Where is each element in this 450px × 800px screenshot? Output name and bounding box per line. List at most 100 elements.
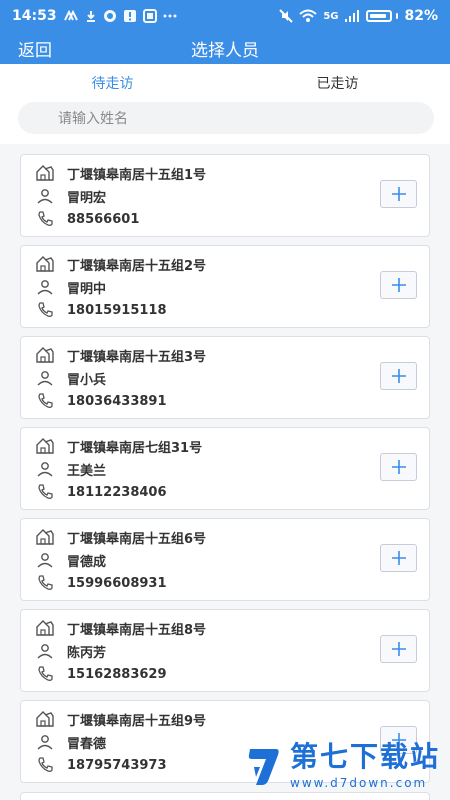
phone-icon: [35, 574, 55, 592]
name-text: 王美兰: [67, 463, 107, 479]
name-text: 冒春德: [67, 736, 107, 752]
name-text: 冒小兵: [67, 372, 107, 388]
address-text: 丁堰镇皋南居十五组1号: [67, 167, 207, 183]
name-text: 冒德成: [67, 554, 107, 570]
address-row: 丁堰镇皋南居十五组9号: [35, 710, 207, 729]
nav-bar: 返回 选择人员: [0, 32, 450, 64]
status-right: 5G 82%: [279, 8, 438, 24]
address-row: 丁堰镇皋南居十五组2号: [35, 255, 207, 274]
status-time: 14:53: [12, 8, 57, 24]
battery: [366, 10, 399, 22]
address-text: 丁堰镇皋南居七组31号: [67, 440, 203, 456]
phone-text: 15162883629: [67, 666, 167, 682]
phone-icon: [35, 210, 55, 228]
address-row: 丁堰镇皋南居十五组6号: [35, 528, 206, 547]
address-text: 丁堰镇皋南居十五组3号: [67, 349, 207, 365]
address-text: 丁堰镇皋南居十五组9号: [67, 713, 207, 729]
list-item[interactable]: 丁堰镇皋南居十五组3号 冒小兵 18036433891: [20, 336, 430, 419]
phone-icon: [35, 483, 55, 501]
person-icon: [35, 187, 55, 205]
watermark-title: 第七下载站: [290, 740, 441, 773]
person-icon: [35, 551, 55, 569]
address-row: 丁堰镇皋南居十五组3号: [35, 346, 207, 365]
plus-icon: [390, 640, 408, 658]
name-row: 冒小兵: [35, 369, 107, 388]
phone-icon: [35, 756, 55, 774]
tab-visited[interactable]: 已走访: [225, 64, 450, 102]
plus-icon: [390, 185, 408, 203]
name-row: 陈丙芳: [35, 642, 107, 661]
back-button[interactable]: 返回: [18, 36, 52, 61]
address-row: 丁堰镇皋南居七组31号: [35, 437, 203, 456]
house-icon: [35, 437, 55, 455]
person-icon: [35, 278, 55, 296]
plus-icon: [390, 276, 408, 294]
circle-icon: [103, 10, 116, 22]
download-icon: [86, 11, 95, 22]
watermark-text: 第七下载站 www.d7down.com: [290, 740, 441, 790]
battery-percent: 82%: [404, 8, 438, 24]
name-row: 王美兰: [35, 460, 107, 479]
phone-row: 15996608931: [35, 574, 167, 592]
house-icon: [35, 619, 55, 637]
name-row: 冒春德: [35, 733, 107, 752]
add-button[interactable]: [380, 635, 417, 663]
status-left: 14:53: [12, 8, 177, 24]
person-icon: [35, 369, 55, 387]
phone-text: 15996608931: [67, 575, 167, 591]
name-row: 冒德成: [35, 551, 107, 570]
list-item[interactable]: 丁堰镇皋南居十五组2号冒明中 18015915118: [20, 245, 430, 328]
phone-row: 18015915118: [35, 301, 167, 319]
address-row: 丁堰镇皋南居十五组1号: [35, 164, 207, 183]
phone-text: 88566601: [67, 211, 140, 227]
watermark-url: www.d7down.com: [290, 776, 428, 790]
wifi-icon: [299, 9, 317, 22]
person-icon: [35, 733, 55, 751]
name-text: 冒明宏: [67, 190, 107, 206]
person-icon: [35, 460, 55, 478]
list-item[interactable]: 丁堰镇皋南居十五组1号 冒明宏 88566601: [20, 154, 430, 237]
house-icon: [35, 255, 55, 273]
watermark-logo-icon: [248, 749, 279, 785]
house-icon: [35, 346, 55, 364]
add-button[interactable]: [380, 180, 417, 208]
search-bar: [18, 102, 434, 134]
search-input[interactable]: [58, 102, 394, 134]
record-list: 丁堰镇皋南居十五组1号 冒明宏 88566601 丁堰镇皋南居十五组2号冒明中 1801…: [20, 154, 430, 783]
phone-text: 18036433891: [67, 393, 167, 409]
address-text: 丁堰镇皋南居十五组2号: [67, 258, 207, 274]
status-bar: 14:53 5G 82%: [0, 0, 450, 32]
add-button[interactable]: [380, 271, 417, 299]
more-icon: [163, 14, 177, 18]
plus-icon: [390, 367, 408, 385]
app-header: 14:53 5G 82% 返回 选择人员: [0, 0, 450, 64]
square-icon: [142, 9, 157, 23]
add-button[interactable]: [380, 453, 417, 481]
name-row: 冒明中: [35, 278, 106, 297]
network-label: 5G: [323, 10, 339, 22]
list-item[interactable]: 丁堰镇皋南居十五组8号 陈丙芳 15162883629: [20, 609, 430, 692]
tab-pending[interactable]: 待走访: [0, 64, 225, 102]
phone-row: 18112238406: [35, 483, 167, 501]
chevron-icon: [63, 10, 78, 21]
add-button[interactable]: [380, 362, 417, 390]
plus-icon: [390, 458, 408, 476]
phone-row: 15162883629: [35, 665, 167, 683]
phone-row: 88566601: [35, 210, 139, 228]
phone-text: 18795743973: [67, 757, 167, 773]
battery-fill: [370, 14, 387, 18]
address-text: 丁堰镇皋南居十五组8号: [67, 622, 207, 638]
phone-row: 18795743973: [35, 756, 167, 774]
house-icon: [35, 710, 55, 728]
add-button[interactable]: [380, 544, 417, 572]
list-item[interactable]: 丁堰镇皋南居七组31号 王美兰 18112238406: [20, 427, 430, 510]
status-icons-left: [63, 9, 177, 23]
phone-text: 18015915118: [67, 302, 167, 318]
address-row: 丁堰镇皋南居十五组8号: [35, 619, 207, 638]
list-item[interactable]: 丁堰镇皋南居十五组6号冒德成 15996608931: [20, 518, 430, 601]
alert-icon: [123, 10, 136, 22]
person-icon: [35, 642, 55, 660]
phone-icon: [35, 301, 55, 319]
name-text: 陈丙芳: [67, 645, 107, 661]
phone-icon: [35, 665, 55, 683]
